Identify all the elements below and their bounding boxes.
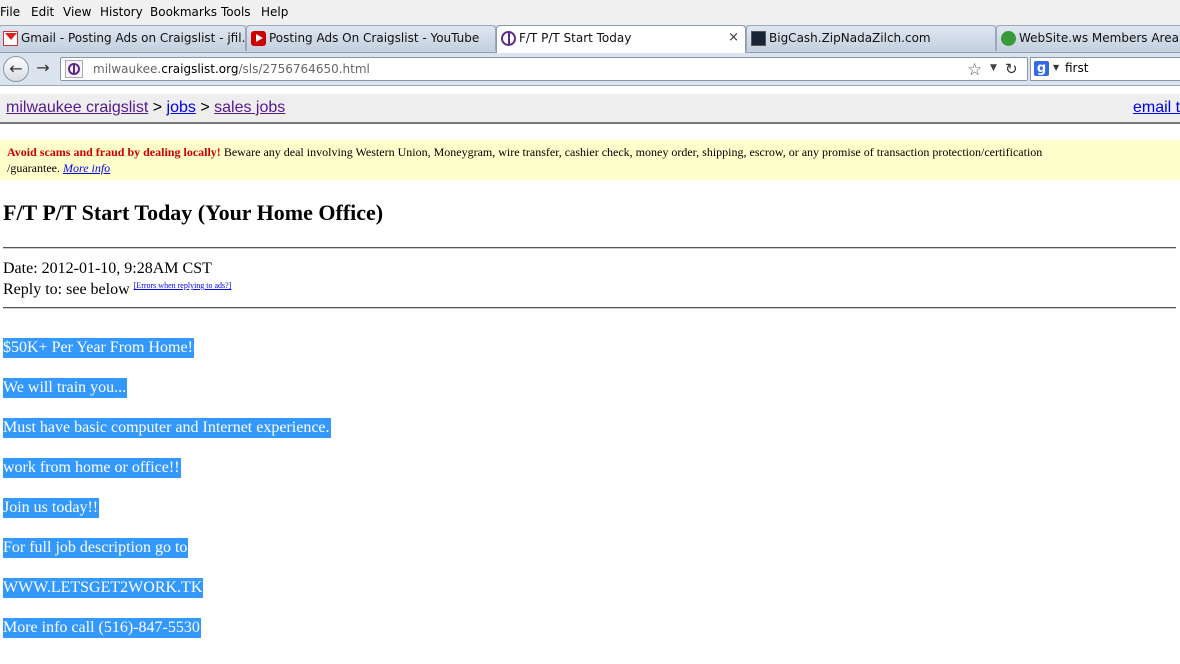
websitews-icon: [1001, 31, 1016, 46]
url-text[interactable]: milwaukee.craigslist.org/sls/2756764650.…: [93, 62, 370, 76]
history-dropdown-icon[interactable]: ▼: [990, 63, 997, 73]
address-bar[interactable]: milwaukee.craigslist.org/sls/2756764650.…: [60, 57, 1028, 81]
search-engine-dropdown-icon[interactable]: ▼: [1053, 63, 1059, 72]
post-body-line: More info call (516)-847-5530: [3, 618, 201, 638]
more-info-link[interactable]: More info: [63, 161, 110, 175]
google-icon[interactable]: g: [1034, 61, 1049, 76]
breadcrumb: milwaukee craigslist > jobs > sales jobs…: [0, 94, 1180, 124]
tab-websitews[interactable]: WebSite.ws Members Area: [996, 25, 1180, 51]
post-body-line: work from home or office!!: [3, 458, 181, 478]
tab-title: F/T P/T Start Today: [519, 31, 632, 45]
navigation-bar: ← → milwaukee.craigslist.org/sls/2756764…: [0, 53, 1180, 86]
back-button[interactable]: ←: [3, 56, 29, 82]
tab-title: Gmail - Posting Ads on Craigslist - jfil…: [21, 31, 246, 45]
breadcrumb-site-link[interactable]: milwaukee craigslist: [6, 99, 148, 116]
post-title: F/T P/T Start Today (Your Home Office): [3, 200, 384, 225]
post-body-line: For full job description go to: [3, 538, 189, 558]
tab-title: Posting Ads On Craigslist - YouTube: [269, 31, 480, 45]
menu-bookmarks[interactable]: Bookmarks: [150, 5, 217, 19]
menu-tools[interactable]: Tools: [221, 5, 251, 19]
tab-strip: Gmail - Posting Ads on Craigslist - jfil…: [0, 25, 1180, 53]
warning-text-cont: /guarantee.: [7, 161, 63, 175]
warning-headline: Avoid scams and fraud by dealing locally…: [7, 145, 221, 159]
post-body-line: Must have basic computer and Internet ex…: [3, 418, 331, 438]
menu-bar: File Edit View History Bookmarks Tools H…: [0, 0, 1180, 25]
post-body-line: $50K+ Per Year From Home!: [3, 338, 194, 358]
errors-replying-link[interactable]: [Errors when replying to ads?]: [134, 281, 232, 290]
post-body-line: WWW.LETSGET2WORK.TK: [3, 578, 204, 598]
post-body-line: Join us today!!: [3, 498, 100, 518]
close-tab-icon[interactable]: ×: [728, 30, 739, 45]
divider: [3, 307, 1176, 309]
search-bar[interactable]: g ▼: [1030, 57, 1180, 81]
breadcrumb-separator: >: [200, 99, 210, 116]
warning-text: Beware any deal involving Western Union,…: [220, 145, 1043, 159]
bigcash-icon: [751, 31, 766, 46]
peace-icon: [501, 31, 516, 46]
menu-view[interactable]: View: [63, 5, 91, 19]
back-arrow-icon: ←: [9, 59, 23, 78]
tab-title: WebSite.ws Members Area: [1019, 31, 1179, 45]
tab-bigcash[interactable]: BigCash.ZipNadaZilch.com: [746, 25, 996, 51]
breadcrumb-jobs-link[interactable]: jobs: [167, 99, 196, 116]
breadcrumb-separator: >: [152, 99, 163, 116]
forward-button[interactable]: →: [30, 56, 56, 82]
search-input[interactable]: [1065, 61, 1180, 75]
breadcrumb-sales-jobs-link[interactable]: sales jobs: [214, 99, 285, 116]
post-date: Date: 2012-01-10, 9:28AM CST: [3, 260, 212, 277]
tab-youtube[interactable]: Posting Ads On Craigslist - YouTube: [246, 25, 496, 51]
tab-gmail[interactable]: Gmail - Posting Ads on Craigslist - jfil…: [0, 25, 246, 51]
bookmark-star-icon[interactable]: ☆: [967, 60, 982, 80]
post-reply-to: Reply to: see below [Errors when replyin…: [3, 281, 232, 298]
menu-file[interactable]: File: [0, 5, 20, 19]
divider: [3, 247, 1176, 249]
page-content: milwaukee craigslist > jobs > sales jobs…: [0, 86, 1180, 664]
menu-edit[interactable]: Edit: [31, 5, 54, 19]
youtube-icon: [251, 31, 266, 46]
email-this-link[interactable]: email t: [1133, 99, 1180, 117]
reload-icon[interactable]: ↻: [1005, 60, 1018, 78]
tab-current-post[interactable]: F/T P/T Start Today ×: [496, 25, 746, 53]
tab-title: BigCash.ZipNadaZilch.com: [769, 31, 931, 45]
gmail-icon: [3, 31, 18, 46]
site-identity-icon[interactable]: [65, 60, 83, 78]
menu-help[interactable]: Help: [261, 5, 288, 19]
menu-history[interactable]: History: [100, 5, 143, 19]
scam-warning-banner: Avoid scams and fraud by dealing locally…: [0, 140, 1180, 180]
forward-arrow-icon: →: [36, 58, 50, 77]
post-body-line: We will train you...: [3, 378, 128, 398]
